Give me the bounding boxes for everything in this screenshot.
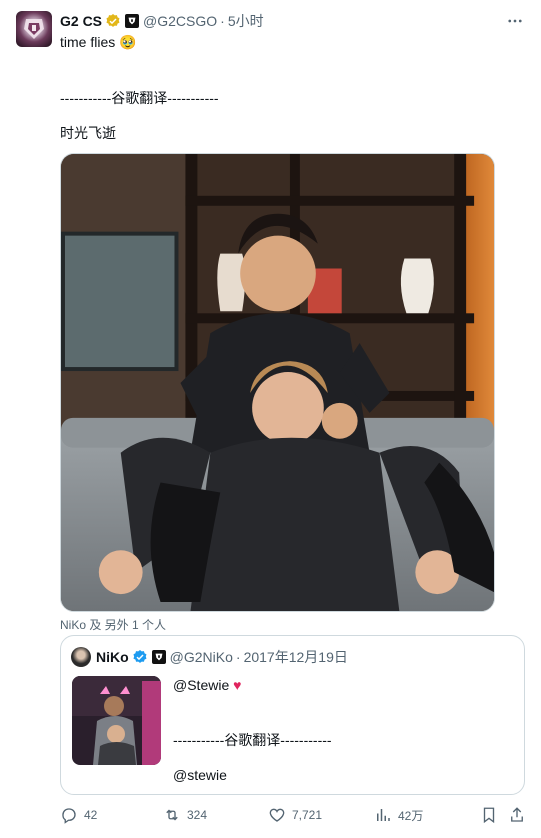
like-button[interactable]: 7,721: [268, 805, 322, 825]
heart-icon: ♥: [233, 677, 242, 693]
reply-button[interactable]: 42: [60, 805, 97, 825]
post-header: G2 CS @G2CSGO · 5小时: [60, 12, 264, 30]
translated-text: 时光飞逝: [60, 125, 116, 141]
like-count: 7,721: [292, 808, 323, 822]
reply-count: 42: [84, 808, 98, 822]
quoted-post-date: 2017年12月19日: [243, 649, 348, 665]
more-options-icon[interactable]: [505, 12, 525, 30]
quoted-author-handle: @G2NiKo: [169, 649, 233, 665]
share-button[interactable]: [508, 805, 532, 825]
post-time[interactable]: 5小时: [228, 11, 264, 31]
translation-divider: -----------谷歌翻译-----------: [60, 90, 219, 106]
author-avatar[interactable]: [16, 11, 52, 47]
quoted-author-avatar: [71, 647, 91, 667]
quoted-author-name: NiKo: [96, 649, 129, 665]
reply-icon: [62, 808, 76, 824]
views-button[interactable]: 42万: [374, 805, 423, 825]
post-actions: 42 324 7,721 42万: [60, 805, 525, 825]
quoted-post-header: NiKo @G2NiKo · 2017年12月19日: [71, 647, 348, 667]
separator-dot: ·: [235, 649, 241, 665]
author-name[interactable]: G2 CS: [60, 13, 102, 29]
share-icon: [511, 807, 523, 822]
repost-count: 324: [187, 808, 208, 822]
verified-gold-icon: [105, 13, 121, 29]
repost-icon: [166, 809, 178, 821]
author-handle[interactable]: @G2CSGO: [143, 13, 217, 29]
quoted-translation-divider: -----------谷歌翻译-----------: [173, 732, 332, 748]
separator-dot: ·: [220, 13, 225, 29]
views-icon: [377, 809, 390, 821]
repost-button[interactable]: 324: [163, 805, 207, 825]
quoted-text-line: @Stewie ♥: [173, 676, 241, 694]
affiliate-badge-icon: [151, 650, 166, 664]
quoted-mention: @Stewie: [173, 677, 230, 693]
tagged-users-link[interactable]: NiKo 及 另外 1 个人: [60, 616, 166, 633]
heart-outline-icon: [269, 808, 285, 822]
quoted-post-photo[interactable]: [72, 676, 161, 765]
verified-blue-icon: [132, 649, 148, 665]
post-photo[interactable]: [60, 153, 495, 612]
bookmark-icon: [483, 807, 495, 824]
post-text: time flies 🥹: [60, 34, 137, 50]
quoted-translated-text: @stewie: [173, 767, 227, 783]
view-count: 42万: [398, 808, 424, 823]
affiliate-badge-icon[interactable]: [125, 14, 140, 28]
bookmark-button[interactable]: [480, 805, 504, 825]
quoted-post[interactable]: NiKo @G2NiKo · 2017年12月19日 @Stewie ♥ ---…: [60, 635, 525, 795]
